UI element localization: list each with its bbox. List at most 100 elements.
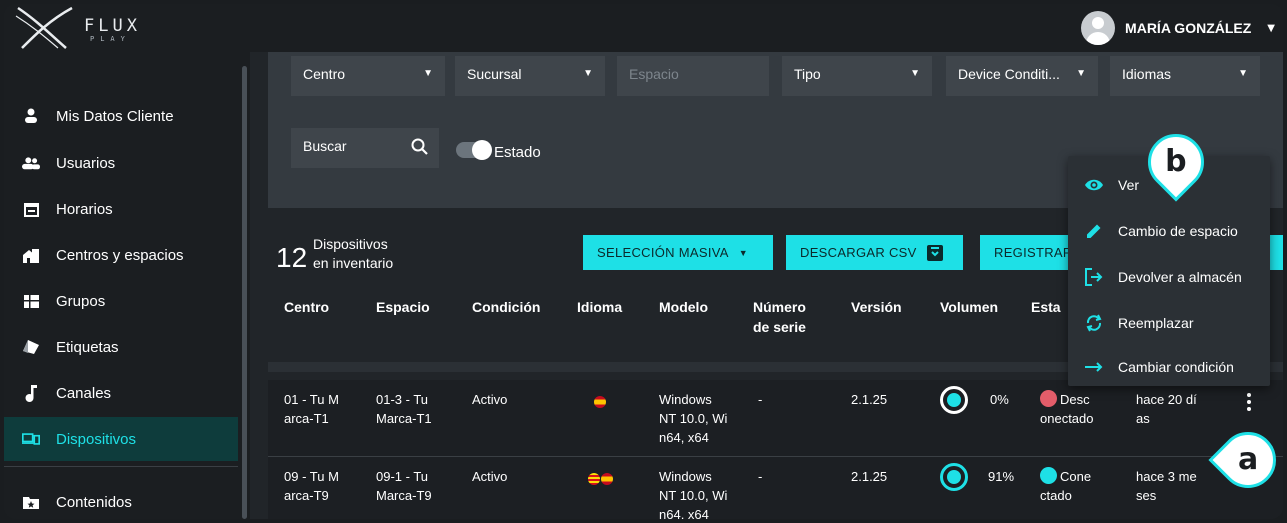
- cell-modelo: Windows NT 10.0, Wi n64, x64: [659, 392, 728, 445]
- music-note-icon: [22, 384, 40, 402]
- search-icon: [411, 138, 428, 155]
- column-header-version[interactable]: Versión: [851, 297, 902, 317]
- column-header-modelo[interactable]: Modelo: [659, 297, 708, 317]
- sidebar-item-label: Etiquetas: [56, 338, 119, 356]
- cell-estado: Desc onectado: [1040, 390, 1094, 426]
- sidebar-item-grupos[interactable]: Grupos: [4, 279, 238, 323]
- user-menu[interactable]: MARÍA GONZÁLEZ ▼: [1081, 10, 1275, 46]
- cell-volumen: 0%: [990, 392, 1009, 407]
- cell-idioma: [594, 394, 607, 413]
- espacio-select: Espacio: [617, 56, 769, 96]
- volume-icon[interactable]: [940, 386, 968, 414]
- cell-condicion: Activo: [472, 392, 508, 407]
- sidebar-item-mis-datos-cliente[interactable]: Mis Datos Cliente: [4, 94, 238, 138]
- spain-flag-icon: [594, 396, 606, 408]
- eye-icon: [1084, 175, 1104, 195]
- cell-modelo: Windows NT 10.0, Wi n64, x64: [659, 469, 728, 519]
- device-condition-select-label: Device Conditi...: [958, 66, 1060, 82]
- cell-condicion: Activo: [472, 469, 508, 484]
- sidebar-item-label: Usuarios: [56, 154, 116, 172]
- sucursal-select-label: Sucursal: [467, 66, 522, 82]
- devices-icon: [22, 430, 40, 448]
- sidebar-item-horarios[interactable]: Horarios: [4, 187, 238, 231]
- column-header-estado[interactable]: Esta: [1031, 297, 1061, 317]
- device-count-label: Dispositivos en inventario: [313, 235, 393, 273]
- sidebar-item-label: Mis Datos Cliente: [56, 107, 174, 125]
- table-row[interactable]: 09 - Tu Marca-T9 09-1 - Tu Marca-T9 Activ…: [268, 456, 1283, 519]
- pencil-icon: [1084, 221, 1104, 241]
- disconnected-icon: [1040, 390, 1057, 407]
- folder-star-icon: [22, 493, 40, 511]
- cell-numero-serie: -: [758, 469, 763, 484]
- device-count: 12: [276, 242, 308, 273]
- sidebar-scrollbar[interactable]: [242, 66, 247, 519]
- estado-toggle-label: Estado: [494, 144, 541, 161]
- sidebar-item-etiquetas[interactable]: Etiquetas: [4, 325, 238, 369]
- logo-text: FLUX: [84, 16, 141, 36]
- cell-version: 2.1.25: [851, 392, 888, 407]
- download-csv-button[interactable]: DESCARGAR CSV: [786, 235, 963, 270]
- sidebar-item-dispositivos[interactable]: Dispositivos: [4, 417, 238, 461]
- column-header-espacio[interactable]: Espacio: [376, 297, 430, 317]
- top-bar: FLUX PLAY MARÍA GONZÁLEZ ▼: [4, 4, 1283, 52]
- tipo-select[interactable]: Tipo ▼: [782, 56, 932, 96]
- centro-select-label: Centro: [303, 66, 346, 82]
- tipo-select-label: Tipo: [794, 66, 821, 82]
- column-header-centro[interactable]: Centro: [284, 297, 329, 317]
- cell-volumen: 91%: [988, 469, 1015, 484]
- cell-numero-serie: -: [758, 392, 763, 407]
- menu-item-label: Cambio de espacio: [1118, 223, 1238, 239]
- estado-toggle[interactable]: [456, 140, 492, 160]
- idiomas-select-label: Idiomas: [1122, 66, 1172, 82]
- sidebar-item-canales[interactable]: Canales: [4, 371, 238, 415]
- menu-item-reemplazar[interactable]: Reemplazar: [1068, 300, 1270, 346]
- menu-item-cambiar-condicion[interactable]: Cambiar condición: [1068, 344, 1270, 390]
- search-input[interactable]: Buscar: [291, 128, 439, 168]
- table-row[interactable]: 01 - Tu Marca-T1 01-3 - Tu Marca-T1 Activ…: [268, 380, 1283, 456]
- connected-check-icon: [1040, 467, 1057, 484]
- column-header-condicion[interactable]: Condición: [472, 297, 540, 317]
- cell-estado: Cone ctado: [1040, 467, 1092, 503]
- kebab-menu-icon[interactable]: [1246, 392, 1252, 412]
- person-icon: [22, 107, 40, 125]
- chevron-down-icon: ▼: [583, 68, 593, 79]
- cell-centro: 09 - Tu Marca-T9: [284, 469, 339, 503]
- sidebar-item-centros-y-espacios[interactable]: Centros y espacios: [4, 233, 238, 277]
- sidebar-item-label: Horarios: [56, 200, 113, 218]
- column-header-numero-serie[interactable]: Número de serie: [753, 297, 806, 337]
- cell-ultima-conexion: hace 20 dí as: [1136, 392, 1197, 426]
- sidebar-item-usuarios[interactable]: Usuarios: [4, 141, 238, 185]
- column-header-idioma[interactable]: Idioma: [577, 297, 622, 317]
- device-condition-select[interactable]: Device Conditi... ▼: [946, 56, 1098, 96]
- mass-select-button[interactable]: SELECCIÓN MASIVA ▼: [583, 235, 773, 270]
- numero-serie-line-2: de serie: [753, 319, 806, 335]
- menu-item-devolver-a-almacen[interactable]: Devolver a almacén: [1068, 254, 1270, 300]
- menu-item-label: Devolver a almacén: [1118, 269, 1242, 285]
- flux-play-logo[interactable]: FLUX PLAY: [14, 6, 144, 50]
- sidebar-item-label: Contenidos: [56, 493, 132, 511]
- cell-idioma: [588, 471, 614, 490]
- search-placeholder: Buscar: [303, 138, 347, 154]
- idiomas-select[interactable]: Idiomas ▼: [1110, 56, 1260, 96]
- sidebar-item-contenidos[interactable]: Contenidos: [4, 480, 238, 519]
- cell-ultima-conexion: hace 3 me ses: [1136, 469, 1197, 503]
- centro-select[interactable]: Centro ▼: [291, 56, 445, 96]
- volume-icon[interactable]: [940, 463, 968, 491]
- tags-icon: [22, 338, 40, 356]
- menu-item-cambio-de-espacio[interactable]: Cambio de espacio: [1068, 208, 1270, 254]
- sidebar-divider: [4, 466, 238, 467]
- menu-item-label: Cambiar condición: [1118, 359, 1234, 375]
- sucursal-select[interactable]: Sucursal ▼: [455, 56, 605, 96]
- chevron-down-icon: ▼: [910, 68, 920, 79]
- calendar-icon: [22, 200, 40, 218]
- column-header-volumen[interactable]: Volumen: [940, 297, 998, 317]
- cell-centro: 01 - Tu Marca-T1: [284, 392, 339, 426]
- building-icon: [22, 246, 40, 264]
- user-name: MARÍA GONZÁLEZ: [1125, 20, 1252, 36]
- users-icon: [22, 154, 40, 172]
- arrow-right-icon: [1084, 357, 1104, 377]
- chevron-down-icon: ▼: [738, 247, 748, 258]
- chevron-down-icon: ▼: [1238, 68, 1248, 79]
- avatar: [1081, 11, 1116, 45]
- register-label: REGISTRAR: [994, 245, 1073, 260]
